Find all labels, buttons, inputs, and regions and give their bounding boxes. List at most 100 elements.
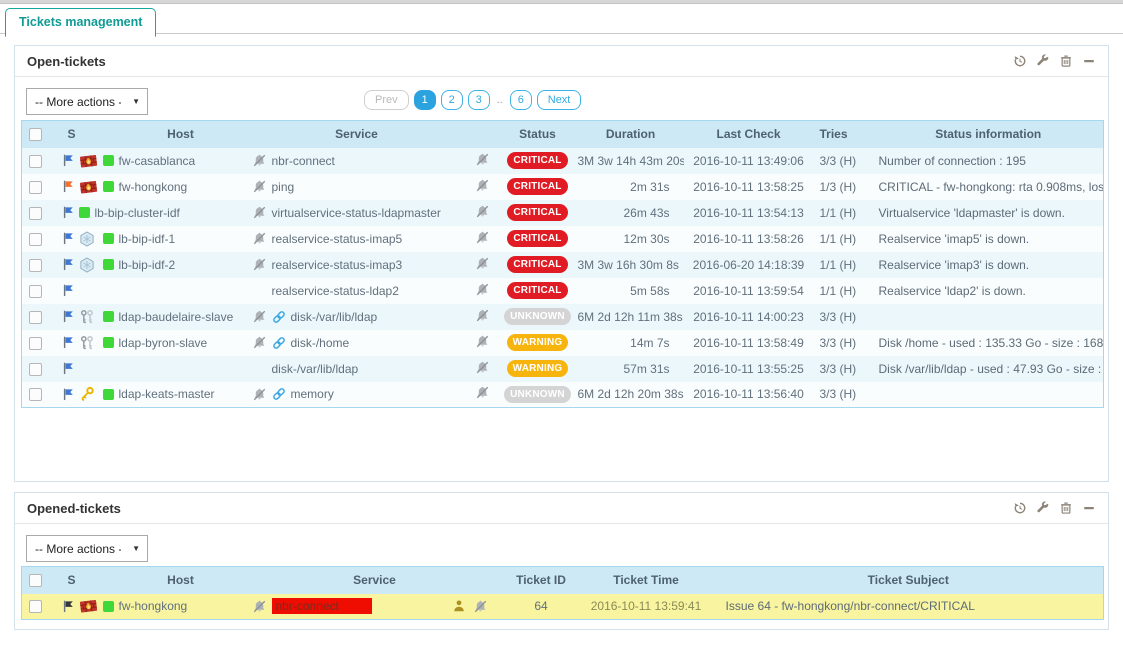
collapse-icon[interactable] [1082,54,1096,68]
status-badge: CRITICAL [507,178,567,195]
notifications-disabled-icon [252,205,267,220]
host-link[interactable]: fw-hongkong [119,599,188,613]
column-header-duration[interactable]: Duration [578,121,684,148]
row-checkbox[interactable] [29,207,42,220]
select-all-checkbox[interactable] [29,128,42,141]
pagination-page-6[interactable]: 6 [510,90,532,110]
service-link-critical[interactable]: nbr-connect [272,598,372,614]
column-header-s[interactable]: S [50,121,116,148]
refresh-icon[interactable] [1013,501,1027,515]
column-header-last-check[interactable]: Last Check [684,121,814,148]
row-checkbox[interactable] [29,388,42,401]
column-header-service[interactable]: Service [246,121,468,148]
green-status-icon [79,207,90,218]
flag-icon [62,361,74,376]
green-status-icon [103,389,114,400]
row-checkbox[interactable] [29,259,42,272]
service-link[interactable]: nbr-connect [272,154,335,168]
notifications-disabled-icon [475,282,490,297]
duration-cell: 26m 43s [578,200,684,226]
green-status-icon [103,233,114,244]
status-information-cell [874,304,1104,330]
column-header-ticket-time[interactable]: Ticket Time [579,567,714,594]
flag-icon [62,335,74,350]
trash-icon[interactable] [1059,54,1073,68]
row-checkbox[interactable] [29,337,42,350]
row-checkbox[interactable] [29,600,42,613]
row-checkbox[interactable] [29,285,42,298]
host-link[interactable]: lb-bip-idf-2 [119,258,176,272]
service-link[interactable]: disk-/var/lib/ldap [272,362,359,376]
link-icon [272,310,286,324]
host-link[interactable]: ldap-keats-master [119,387,215,401]
row-checkbox[interactable] [29,363,42,376]
host-link[interactable]: lb-bip-cluster-idf [95,206,180,220]
service-link[interactable]: realservice-status-imap5 [272,232,403,246]
pagination-prev-button[interactable]: Prev [364,90,409,110]
row-checkbox[interactable] [29,181,42,194]
column-header-status[interactable]: Status [498,121,578,148]
duration-cell: 2m 31s [578,174,684,200]
opened-tickets-table: S Host Service Ticket ID Ticket Time Tic… [21,566,1104,620]
host-link[interactable]: ldap-baudelaire-slave [119,310,234,324]
more-actions-select[interactable]: -- More actions -- [26,88,148,115]
key-icon [79,386,98,402]
column-header-ticket-id[interactable]: Ticket ID [504,567,579,594]
notifications-disabled-icon [252,179,267,194]
notifications-disabled-icon [475,385,490,400]
keys-icon [79,309,98,325]
ticket-row: fw-hongkong nbr-connect 64 2016-10-11 13… [22,594,1104,620]
last-check-cell: 2016-10-11 13:58:49 [684,330,814,356]
service-link[interactable]: realservice-status-ldap2 [272,284,399,298]
status-information-cell: Realservice 'imap5' is down. [874,226,1104,252]
wrench-icon[interactable] [1036,54,1050,68]
green-status-icon [103,181,114,192]
pagination-page-2[interactable]: 2 [441,90,463,110]
column-header-status-information[interactable]: Status information [874,121,1104,148]
open-tickets-table: S Host Service Status Duration Last Chec… [21,120,1104,408]
column-header-host[interactable]: Host [116,121,246,148]
ticket-time-cell: 2016-10-11 13:59:41 [579,594,714,620]
status-badge: UNKNOWN [504,386,571,403]
select-all-checkbox[interactable] [29,574,42,587]
panel-title: Opened-tickets [27,501,121,516]
column-header-host[interactable]: Host [116,567,246,594]
status-badge: CRITICAL [507,204,567,221]
notifications-disabled-icon [252,387,267,402]
trash-icon[interactable] [1059,501,1073,515]
row-checkbox[interactable] [29,311,42,324]
table-row: realservice-status-ldap2 CRITICAL 5m 58s… [22,278,1104,304]
host-link[interactable]: fw-hongkong [119,180,188,194]
column-header-service[interactable]: Service [246,567,504,594]
green-status-icon [103,155,114,166]
row-checkbox[interactable] [29,155,42,168]
host-link[interactable]: ldap-byron-slave [119,336,208,350]
pagination-next-button[interactable]: Next [537,90,582,110]
row-checkbox[interactable] [29,233,42,246]
column-header-ticket-subject[interactable]: Ticket Subject [714,567,1104,594]
last-check-cell: 2016-10-11 13:55:25 [684,356,814,382]
service-link[interactable]: memory [291,387,334,401]
tab-tickets-management[interactable]: Tickets management [5,8,156,37]
service-link[interactable]: ping [272,180,295,194]
service-link[interactable]: disk-/home [291,336,350,350]
notifications-disabled-icon [475,360,490,375]
flag-icon [62,257,74,272]
refresh-icon[interactable] [1013,54,1027,68]
service-link[interactable]: disk-/var/lib/ldap [291,310,378,324]
column-header-s[interactable]: S [50,567,116,594]
collapse-icon[interactable] [1082,501,1096,515]
service-link[interactable]: virtualservice-status-ldapmaster [272,206,441,220]
service-link[interactable]: realservice-status-imap3 [272,258,403,272]
notifications-disabled-icon [475,256,490,271]
status-information-cell: Disk /var/lib/ldap - used : 47.93 Go - s… [874,356,1104,382]
column-header-tries[interactable]: Tries [814,121,874,148]
wrench-icon[interactable] [1036,501,1050,515]
last-check-cell: 2016-10-11 13:54:13 [684,200,814,226]
pagination-page-3[interactable]: 3 [468,90,490,110]
pagination-page-1[interactable]: 1 [414,90,436,110]
host-link[interactable]: lb-bip-idf-1 [119,232,176,246]
host-link[interactable]: fw-casablanca [119,154,196,168]
notifications-disabled-icon [252,231,267,246]
more-actions-select[interactable]: -- More actions -- [26,535,148,562]
